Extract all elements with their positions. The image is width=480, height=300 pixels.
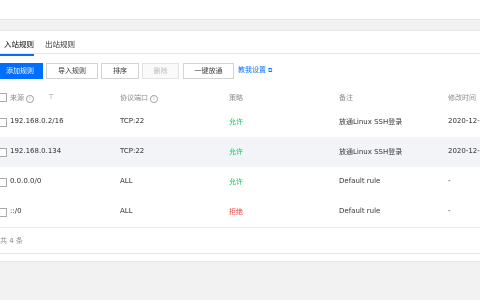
filter-icon[interactable]: ⊤ xyxy=(48,93,54,101)
note-cell: 放通Linux SSH登录 xyxy=(339,118,403,126)
modified-time-cell: 2020-12-2 xyxy=(448,117,480,125)
table-row[interactable]: 0.0.0.0/0 ALL 允许 Default rule - xyxy=(0,167,480,198)
table-row[interactable]: 192.168.0.134 TCP:22 允许 放通Linux SSH登录 20… xyxy=(0,137,480,168)
import-rules-button[interactable]: 导入规则 xyxy=(46,63,98,79)
note-cell: Default rule xyxy=(339,177,381,185)
column-protocol-port-label: 协议端口 xyxy=(120,94,148,102)
sort-button[interactable]: 排序 xyxy=(101,63,139,79)
column-source: 来源 i xyxy=(10,93,34,103)
column-protocol-port: 协议端口 i xyxy=(120,93,158,103)
rules-toolbar: 添加规则 导入规则 排序 删除 一键放通 教我设置 ⧉ xyxy=(0,63,480,79)
tab-outbound-rules[interactable]: 出站规则 xyxy=(45,39,75,50)
modified-time-cell: - xyxy=(448,177,451,185)
source-cell: 192.168.0.2/16 xyxy=(10,117,64,125)
allow-all-button[interactable]: 一键放通 xyxy=(183,63,234,79)
tab-inbound-rules[interactable]: 入站规则 xyxy=(0,39,34,56)
row-checkbox[interactable] xyxy=(0,118,7,127)
rule-tabs: 入站规则 出站规则 xyxy=(0,37,480,56)
table-header: 来源 i ⊤ 协议端口 i 策略 备注 修改时间 xyxy=(0,87,480,108)
source-cell: ::/0 xyxy=(10,207,22,215)
tutorial-link[interactable]: 教我设置 ⧉ xyxy=(238,65,272,75)
source-cell: 192.168.0.134 xyxy=(10,147,62,155)
protocol-port-cell: TCP:22 xyxy=(120,117,145,125)
info-circle-icon[interactable]: i xyxy=(26,95,34,103)
table-row[interactable]: 192.168.0.2/16 TCP:22 允许 放通Linux SSH登录 2… xyxy=(0,107,480,138)
row-checkbox[interactable] xyxy=(0,208,7,217)
tutorial-link-label: 教我设置 xyxy=(238,66,266,74)
top-card-strip xyxy=(0,0,480,20)
source-cell: 0.0.0.0/0 xyxy=(10,177,42,185)
info-circle-icon[interactable]: i xyxy=(150,95,158,103)
note-cell: 放通Linux SSH登录 xyxy=(339,148,403,156)
column-note: 备注 xyxy=(339,94,353,102)
row-checkbox[interactable] xyxy=(0,178,7,187)
modified-time-cell: 2020-12-2 xyxy=(448,147,480,155)
note-cell: Default rule xyxy=(339,207,381,215)
column-source-label: 来源 xyxy=(10,94,24,102)
table-row[interactable]: ::/0 ALL 拒绝 Default rule - xyxy=(0,197,480,228)
protocol-port-cell: ALL xyxy=(120,177,133,185)
policy-cell: 拒绝 xyxy=(229,208,243,216)
row-checkbox[interactable] xyxy=(0,148,7,157)
protocol-port-cell: ALL xyxy=(120,207,133,215)
footer-divider xyxy=(0,253,480,254)
external-link-icon: ⧉ xyxy=(268,67,273,74)
column-policy: 策略 xyxy=(229,94,243,102)
delete-button[interactable]: 删除 xyxy=(142,63,179,79)
security-group-rules-panel: 入站规则 出站规则 添加规则 导入规则 排序 删除 一键放通 教我设置 ⧉ 来源 i… xyxy=(0,30,480,262)
policy-cell: 允许 xyxy=(229,148,243,156)
add-rule-button[interactable]: 添加规则 xyxy=(0,63,43,79)
column-modified-time: 修改时间 xyxy=(448,94,476,102)
policy-cell: 允许 xyxy=(229,118,243,126)
protocol-port-cell: TCP:22 xyxy=(120,147,145,155)
select-all-checkbox[interactable] xyxy=(0,93,7,102)
policy-cell: 允许 xyxy=(229,178,243,186)
total-count: 共 4 条 xyxy=(0,237,23,245)
modified-time-cell: - xyxy=(448,207,451,215)
